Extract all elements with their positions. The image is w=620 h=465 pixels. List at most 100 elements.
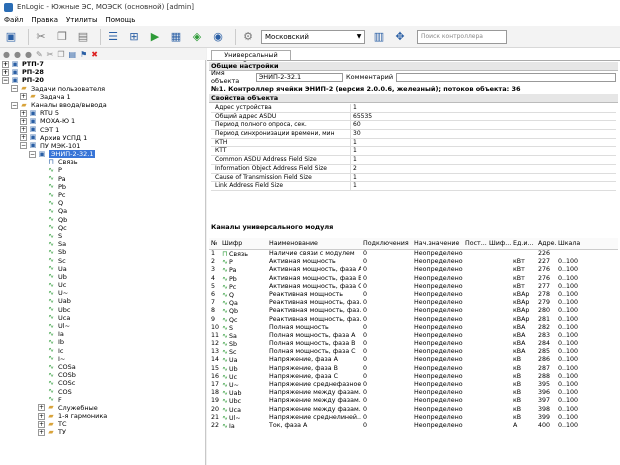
tree-node[interactable]: ∿ Ia bbox=[0, 330, 205, 338]
tree-filter-icon[interactable]: ⚑ bbox=[80, 50, 87, 59]
tree-node[interactable]: + ▰ 1-я гармоника bbox=[0, 412, 205, 420]
column-header[interactable]: Нач.значение bbox=[412, 238, 463, 249]
column-header[interactable]: Шиф... bbox=[487, 238, 511, 249]
tree-node[interactable]: ∿ Ub bbox=[0, 273, 205, 281]
tree-node[interactable]: − ▣ ПУ МЭК-101 bbox=[0, 142, 205, 150]
tree-node[interactable]: ∿ Qc bbox=[0, 224, 205, 232]
property-row[interactable]: Период синхронизации времени, мин 30 bbox=[211, 130, 616, 139]
table-row[interactable]: 18 ∿Uab Напряжение между фазам... 0 Неопреде… bbox=[209, 389, 618, 397]
search-input[interactable]: Поиск контроллера bbox=[417, 29, 507, 44]
table-row[interactable]: 13 ∿Sc Полная мощность, фаза C 0 Неопределен… bbox=[209, 348, 618, 356]
column-header[interactable]: Адре... bbox=[536, 238, 556, 249]
tree-node[interactable]: ∿ Pc bbox=[0, 191, 205, 199]
tree-node[interactable]: ∿ Uab bbox=[0, 297, 205, 305]
table-row[interactable]: 9 ∿Qc Реактивная мощность, фаз... 0 Неопреде… bbox=[209, 316, 618, 324]
expand-icon[interactable]: + bbox=[2, 60, 9, 68]
move-icon[interactable]: ✥ bbox=[392, 29, 408, 45]
tree-node[interactable]: ∿ COSb bbox=[0, 371, 205, 379]
region-select[interactable]: Московский ▼ bbox=[261, 29, 365, 44]
collapse-icon[interactable]: − bbox=[2, 76, 9, 84]
tree-node[interactable]: + ▣ РТП-7 bbox=[0, 60, 205, 68]
tree-node[interactable]: + ▰ ТУ bbox=[0, 428, 205, 436]
column-header[interactable]: Шифр bbox=[220, 238, 267, 249]
property-value[interactable]: 1 bbox=[351, 104, 357, 112]
property-row[interactable]: Адрес устройства 1 bbox=[211, 104, 616, 113]
column-header[interactable]: Наименование bbox=[267, 238, 361, 249]
tree-node[interactable]: + ▰ Служебные bbox=[0, 404, 205, 412]
property-row[interactable]: Общий адрес ASDU 65535 bbox=[211, 112, 616, 122]
table-row[interactable]: 3 ∿Pa Активная мощность, фаза А 0 Неопределе… bbox=[209, 266, 618, 274]
expand-icon[interactable]: + bbox=[20, 109, 27, 117]
run-icon[interactable]: ▶ bbox=[147, 29, 163, 45]
tree-node[interactable]: ∿ Pa bbox=[0, 175, 205, 183]
property-value[interactable]: 1 bbox=[351, 182, 357, 190]
property-value[interactable]: 65535 bbox=[351, 113, 372, 121]
expand-icon[interactable]: + bbox=[38, 420, 45, 428]
table-row[interactable]: 17 ∿U~ Напряжение среднефазное 0 Неопределен… bbox=[209, 381, 618, 389]
table-row[interactable]: 19 ∿Ubc Напряжение между фазам... 0 Неопреде… bbox=[209, 397, 618, 405]
tree-node[interactable]: ∿ Ubc bbox=[0, 306, 205, 314]
column-header[interactable]: № bbox=[209, 238, 220, 249]
cut-icon[interactable]: ✂ bbox=[33, 29, 49, 45]
tree-node[interactable]: ∿ Uca bbox=[0, 314, 205, 322]
expand-icon[interactable]: + bbox=[38, 404, 45, 412]
expand-icon[interactable]: + bbox=[20, 117, 27, 125]
tree-add-icon[interactable]: ● bbox=[3, 50, 10, 59]
table-row[interactable]: 21 ∿Ul~ Напряжение среднелиней... 0 Неопреде… bbox=[209, 414, 618, 422]
tree-node[interactable]: ∿ COSa bbox=[0, 363, 205, 371]
table-row[interactable]: 2 ∿P Активная мощность 0 Неопределено кВт 227 0… bbox=[209, 258, 618, 266]
paste-icon[interactable]: ▤ bbox=[75, 29, 91, 45]
table-row[interactable]: 7 ∿Qa Реактивная мощность, фаз... 0 Неопреде… bbox=[209, 299, 618, 307]
tree-node[interactable]: + ▰ Задача 1 bbox=[0, 93, 205, 101]
property-row[interactable]: Link Address Field Size 1 bbox=[211, 182, 616, 191]
tree-copy-icon[interactable]: ❐ bbox=[57, 50, 64, 59]
tree-move-icon[interactable]: ● bbox=[25, 50, 32, 59]
tree-node[interactable]: ∿ P bbox=[0, 166, 205, 174]
tree-node[interactable]: ∿ Qa bbox=[0, 207, 205, 215]
tree-node[interactable]: ∿ COS bbox=[0, 388, 205, 396]
property-row[interactable]: Common ASDU Address Field Size 1 bbox=[211, 156, 616, 165]
tree-add-child-icon[interactable]: ● bbox=[14, 50, 21, 59]
expand-icon[interactable]: + bbox=[38, 429, 45, 437]
tree-node[interactable]: ∿ F bbox=[0, 396, 205, 404]
property-value[interactable]: 30 bbox=[351, 130, 361, 138]
table-row[interactable]: 6 ∿Q Реактивная мощность 0 Неопределено кВАр 2… bbox=[209, 291, 618, 299]
tree-delete-icon[interactable]: ✖ bbox=[91, 50, 98, 59]
table-row[interactable]: 11 ∿Sa Полная мощность, фаза А 0 Неопределен… bbox=[209, 332, 618, 340]
property-row[interactable]: Cause of Transmission Field Size 1 bbox=[211, 173, 616, 183]
collapse-icon[interactable]: − bbox=[20, 142, 27, 150]
property-row[interactable]: КТТ 1 bbox=[211, 147, 616, 157]
property-row[interactable]: Information Object Address Field Size 2 bbox=[211, 164, 616, 174]
column-header[interactable]: Пост... bbox=[463, 238, 487, 249]
property-value[interactable]: 2 bbox=[351, 165, 357, 173]
table-row[interactable]: 4 ∿Pb Активная мощность, фаза B 0 Неопределе… bbox=[209, 275, 618, 283]
tree-cut-icon[interactable]: ✂ bbox=[47, 50, 54, 59]
copy-icon[interactable]: ❐ bbox=[54, 29, 70, 45]
tree-node[interactable]: ∿ Pb bbox=[0, 183, 205, 191]
table-row[interactable]: 8 ∿Qb Реактивная мощность, фаз... 0 Неопреде… bbox=[209, 307, 618, 315]
tab-universal-object[interactable]: Универсальный объект bbox=[211, 50, 291, 68]
menu-file[interactable]: Файл bbox=[4, 16, 23, 24]
collapse-icon[interactable]: − bbox=[29, 150, 36, 158]
property-row[interactable]: Период полного опроса, сек. 60 bbox=[211, 121, 616, 131]
object-name-input[interactable]: ЭНИП-2-32.1 bbox=[255, 72, 344, 82]
tree-node[interactable]: + ▣ РП-28 bbox=[0, 68, 205, 76]
monitor-icon[interactable]: ▦ bbox=[168, 29, 184, 45]
property-value[interactable]: 60 bbox=[351, 121, 361, 129]
globe-icon[interactable]: ◉ bbox=[210, 29, 226, 45]
comment-input[interactable] bbox=[396, 72, 616, 82]
table-row[interactable]: 12 ∿Sb Полная мощность, фаза B 0 Неопределен… bbox=[209, 340, 618, 348]
tree-node[interactable]: ∿ Ib bbox=[0, 338, 205, 346]
tree-node[interactable]: ∿ Q bbox=[0, 199, 205, 207]
tree-node[interactable]: ∿ Sa bbox=[0, 240, 205, 248]
table-row[interactable]: 15 ∿Ub Напряжение, фаза B 0 Неопределено кВ 28… bbox=[209, 365, 618, 373]
tree-node[interactable]: ∿ U~ bbox=[0, 289, 205, 297]
property-value[interactable]: 1 bbox=[351, 139, 357, 147]
tree-node[interactable]: − ▣ РП-20 bbox=[0, 76, 205, 84]
property-value[interactable]: 1 bbox=[351, 174, 357, 182]
network-icon[interactable]: ⊞ bbox=[126, 29, 142, 45]
connect-icon[interactable]: ◈ bbox=[189, 29, 205, 45]
tree-edit-icon[interactable]: ✎ bbox=[36, 50, 43, 59]
table-row[interactable]: 14 ∿Ua Напряжение, фаза А 0 Неопределено кВ 28… bbox=[209, 356, 618, 364]
property-row[interactable]: КТН 1 bbox=[211, 138, 616, 148]
